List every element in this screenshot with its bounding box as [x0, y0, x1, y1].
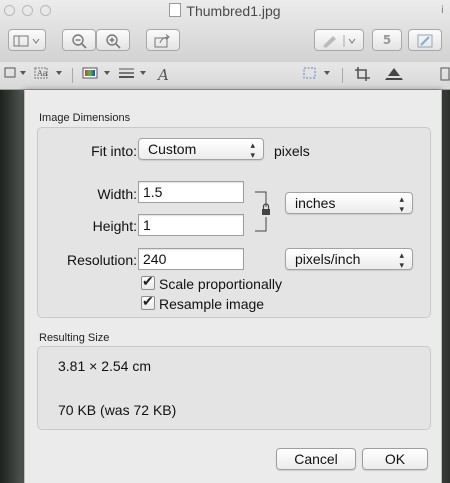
markup-toolbar: Aa A [0, 62, 450, 90]
resolution-field[interactable]: 240 [138, 248, 244, 270]
adjust-icon [385, 68, 403, 80]
zoom-in-button[interactable] [96, 29, 130, 51]
share-button[interactable] [146, 29, 180, 51]
fit-into-unit: pixels [274, 143, 310, 159]
text-tool[interactable]: A [158, 66, 169, 84]
crop-tool[interactable] [354, 66, 372, 84]
share-icon [154, 33, 170, 47]
edit-icon [417, 34, 433, 47]
zoom-out-icon [72, 33, 87, 49]
dashed-selection-icon [303, 67, 330, 79]
text-tool-label: A [158, 66, 169, 84]
adjust-tool[interactable] [384, 66, 404, 84]
page-number-label: 5 [382, 33, 392, 47]
resample-image-checkbox[interactable]: Resample image [141, 293, 265, 312]
proportion-lock-icon[interactable] [254, 190, 278, 234]
selection-menu[interactable] [302, 66, 336, 84]
width-field[interactable]: 1.5 [138, 181, 244, 203]
selection-tool[interactable] [4, 66, 30, 84]
fit-into-popup[interactable]: Custom ▴ ▾ [138, 138, 264, 160]
annotate-icon [440, 67, 450, 81]
fit-into-value: Custom [148, 141, 197, 157]
ok-button[interactable]: OK [362, 448, 428, 470]
page-number-button[interactable]: 5 [372, 29, 402, 51]
fit-into-label: Fit into: [91, 143, 137, 159]
size-unit-value: inches [295, 195, 336, 211]
size-unit-popup[interactable]: inches ▴ ▾ [285, 192, 413, 214]
resample-image-label: Resample image [159, 296, 265, 312]
scale-proportionally-label: Scale proportionally [159, 276, 282, 292]
annotate-tool[interactable] [440, 66, 450, 84]
popup-arrows-icon: ▴ ▾ [399, 194, 404, 214]
view-mode-button[interactable] [8, 29, 46, 51]
resolution-unit-value: pixels/inch [295, 251, 361, 267]
toolbar-divider [72, 68, 73, 83]
height-label: Height: [92, 218, 137, 234]
popup-arrows-icon: ▴ ▾ [399, 250, 404, 270]
height-field[interactable]: 1 [138, 214, 244, 236]
toolbar-divider [342, 68, 343, 83]
resulting-filesize: 70 KB (was 72 KB) [58, 402, 177, 418]
text-style-tool[interactable]: Aa [34, 66, 68, 84]
toolbar-edge-glyph: i [441, 5, 444, 16]
zoom-out-button[interactable] [62, 29, 96, 51]
edit-button[interactable] [408, 29, 442, 51]
rectangle-selection-icon [4, 67, 26, 78]
title-bar: Thumbred1.jpg i 5 [0, 0, 450, 63]
crop-icon [355, 67, 370, 81]
resolution-unit-popup[interactable]: pixels/inch ▴ ▾ [285, 248, 413, 270]
line-style-tool[interactable] [118, 66, 152, 84]
image-dimensions-label: Image Dimensions [39, 112, 131, 124]
zoom-in-icon [106, 33, 121, 49]
window-title: Thumbred1.jpg [0, 3, 450, 19]
width-label: Width: [97, 186, 137, 202]
checkbox-checked-icon [141, 293, 155, 310]
line-weight-icon [119, 68, 146, 78]
text-box-icon: Aa [34, 67, 62, 79]
resulting-dimensions: 3.81 × 2.54 cm [58, 358, 152, 374]
svg-text:Aa: Aa [36, 69, 48, 78]
resulting-size-label: Resulting Size [39, 332, 110, 344]
border-color-tool[interactable] [82, 66, 116, 84]
markup-pen-button[interactable] [314, 29, 364, 51]
checkbox-checked-icon [141, 273, 155, 290]
resolution-label: Resolution: [66, 252, 137, 268]
adjust-size-dialog: Image Dimensions Fit into: Custom ▴ ▾ pix… [24, 90, 442, 483]
sidebar-icon [13, 35, 40, 46]
popup-arrows-icon: ▴ ▾ [250, 140, 255, 160]
scale-proportionally-checkbox[interactable]: Scale proportionally [141, 273, 282, 292]
cancel-button[interactable]: Cancel [276, 448, 356, 470]
color-swatch-icon [82, 67, 110, 79]
pen-icon [323, 34, 356, 48]
document-icon [169, 3, 182, 17]
